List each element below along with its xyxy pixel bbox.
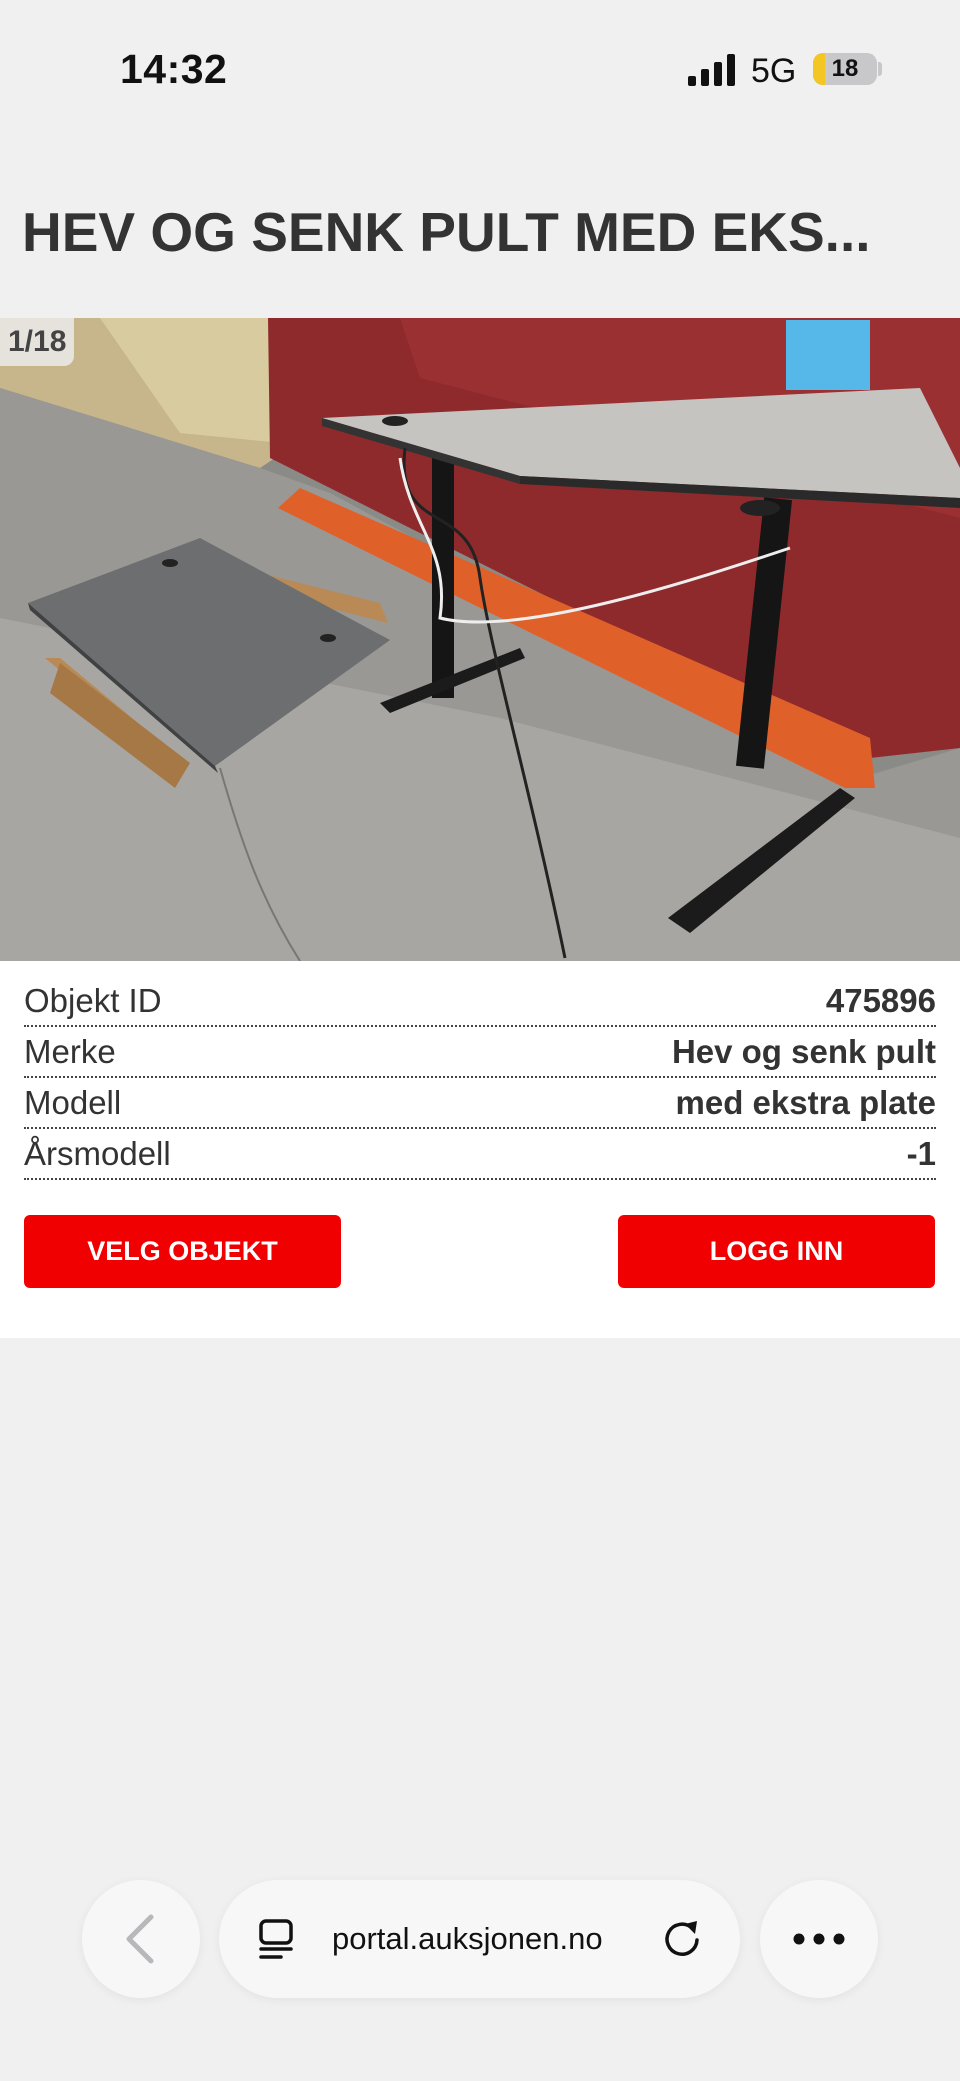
more-button[interactable] bbox=[760, 1880, 878, 1998]
address-bar[interactable]: portal.auksjonen.no bbox=[219, 1880, 740, 1998]
spec-value: Hev og senk pult bbox=[671, 1032, 936, 1070]
window-shape bbox=[786, 320, 870, 390]
spec-row-model: Modell med ekstra plate bbox=[24, 1078, 936, 1129]
url-text[interactable]: portal.auksjonen.no bbox=[332, 1880, 603, 1998]
more-icon bbox=[793, 1933, 845, 1945]
spec-value: 475896 bbox=[825, 981, 936, 1019]
status-bar: 14:32 5G 18 bbox=[0, 0, 960, 140]
battery-icon: 18 bbox=[813, 53, 877, 85]
photo-counter: 1/18 bbox=[0, 318, 75, 366]
page-menu-icon[interactable] bbox=[257, 1918, 299, 1960]
chevron-left-icon bbox=[126, 1914, 154, 1964]
spec-row-year: Årsmodell -1 bbox=[24, 1129, 936, 1180]
spec-value: med ekstra plate bbox=[675, 1083, 936, 1121]
reload-icon[interactable] bbox=[661, 1918, 703, 1960]
product-photo-image bbox=[0, 318, 960, 961]
spec-label: Merke bbox=[24, 1032, 116, 1070]
login-button[interactable]: LOGG INN bbox=[618, 1215, 935, 1288]
back-button[interactable] bbox=[82, 1880, 200, 1998]
page-title: HEV OG SENK PULT MED EKS... bbox=[22, 201, 871, 263]
select-object-button[interactable]: VELG OBJEKT bbox=[24, 1215, 341, 1288]
network-label: 5G bbox=[751, 52, 797, 90]
status-time: 14:32 bbox=[120, 46, 228, 92]
spec-label: Årsmodell bbox=[24, 1134, 171, 1172]
battery-tip bbox=[878, 62, 882, 76]
product-photo[interactable]: 1/18 bbox=[0, 318, 960, 961]
battery-percent: 18 bbox=[831, 55, 859, 82]
signal-icon bbox=[688, 54, 735, 86]
spec-label: Objekt ID bbox=[24, 981, 162, 1019]
spec-label: Modell bbox=[24, 1083, 122, 1121]
object-details: Objekt ID 475896 Merke Hev og senk pult … bbox=[0, 961, 960, 1338]
spec-row-object-id: Objekt ID 475896 bbox=[24, 976, 936, 1027]
spec-row-brand: Merke Hev og senk pult bbox=[24, 1027, 936, 1078]
spec-value: -1 bbox=[906, 1134, 936, 1172]
